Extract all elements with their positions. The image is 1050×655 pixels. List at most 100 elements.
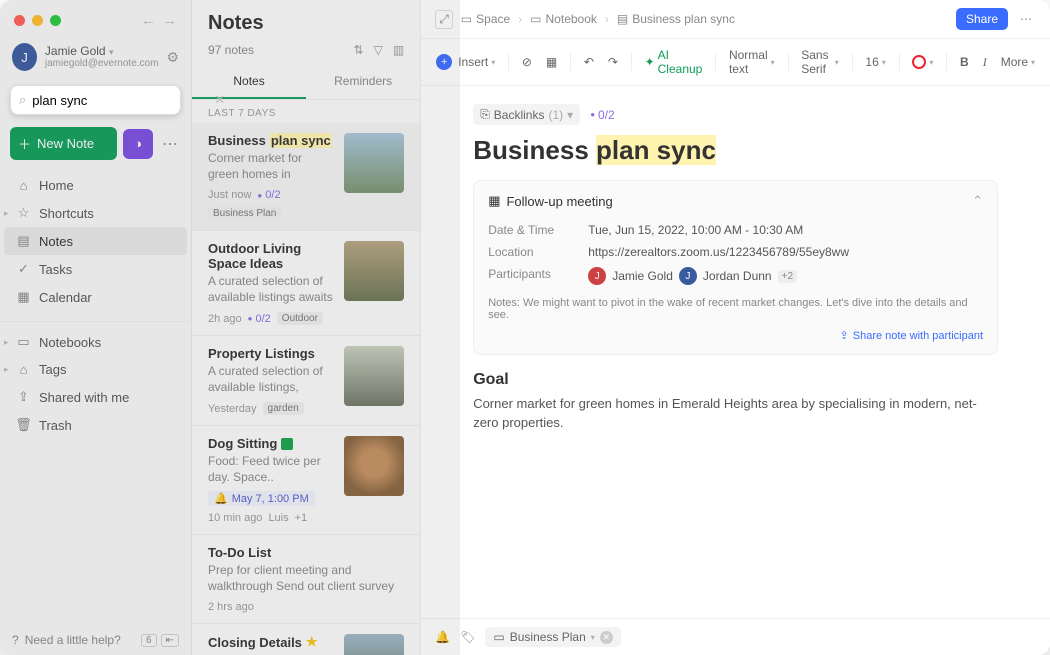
participants-more[interactable]: +2 [778, 270, 797, 283]
participant-name: Jamie Gold [612, 269, 673, 283]
notebook-icon: ▭ [493, 630, 504, 644]
new-event-button[interactable]: ◑ [123, 129, 153, 159]
backlinks-chip[interactable]: ⎘Backlinks(1)▾ [473, 104, 580, 125]
view-icon[interactable]: ▥ [393, 43, 404, 57]
calendar-check-icon: ◑ [134, 136, 142, 151]
nav-label: Notebooks [39, 335, 101, 350]
nav-tags[interactable]: ▸⌂Tags [4, 356, 187, 383]
crumb-space[interactable]: ▭Space [461, 12, 510, 26]
note-tag: Outdoor [277, 312, 323, 325]
insert-button[interactable]: +Insert▾ [431, 51, 500, 73]
reminder-badge: 🔔May 7, 1:00 PM [208, 491, 315, 506]
share-button[interactable]: Share [956, 8, 1008, 30]
italic-button[interactable]: I [978, 52, 992, 73]
settings-icon[interactable]: ⚙ [166, 49, 179, 66]
tab-notes[interactable]: Notes [192, 65, 306, 99]
undo-icon[interactable]: ↶ [579, 52, 599, 72]
note-thumbnail [344, 346, 404, 406]
card-notes: Notes: We might want to pivot in the wak… [488, 297, 983, 321]
tab-reminders[interactable]: Reminders [306, 65, 420, 99]
remove-tag-icon[interactable]: ✕ [600, 631, 613, 644]
help-icon[interactable]: ? [12, 633, 19, 647]
note-author: Luis [268, 512, 288, 524]
note-item[interactable]: To-Do List Prep for client meeting and w… [192, 535, 420, 624]
note-item[interactable]: Business plan sync Corner market for gre… [192, 123, 420, 231]
collapse-sidebar-icon[interactable]: ⇤ [161, 634, 179, 647]
list-title: Notes [208, 12, 404, 35]
account-row[interactable]: J Jamie Gold ▾ jamiegold@evernote.com ⚙ [0, 37, 191, 79]
filter-icon[interactable]: ▽ [374, 43, 383, 57]
paragraph-style-select[interactable]: Normal text▾ [724, 45, 780, 79]
nav-notes[interactable]: ▤Notes [4, 227, 187, 255]
section-heading[interactable]: Goal [473, 371, 998, 389]
note-thumbnail [344, 241, 404, 301]
body-text[interactable]: Corner market for green homes in Emerald… [473, 395, 998, 433]
help-label[interactable]: Need a little help? [25, 633, 121, 647]
note-item[interactable]: Closing Details ★ [192, 624, 420, 655]
note-item[interactable]: Property Listings A curated selection of… [192, 336, 420, 426]
chevron-right-icon[interactable]: ▸ [4, 337, 9, 348]
crumb-notebook[interactable]: ▭Notebook [530, 12, 597, 26]
tag-label: Business Plan [510, 630, 586, 644]
label-location: Location [488, 245, 588, 259]
user-name: Jamie Gold [45, 44, 106, 58]
reminder-icon[interactable]: 🔔 [435, 630, 450, 644]
document-title[interactable]: Business plan sync [473, 135, 998, 166]
sort-icon[interactable]: ⇅ [354, 43, 364, 57]
note-time: 10 min ago [208, 512, 262, 524]
toolbar-more-button[interactable]: More▾ [996, 52, 1040, 72]
avatar: J [12, 43, 37, 71]
chevron-right-icon[interactable]: ▸ [4, 364, 9, 375]
search-input[interactable] [32, 93, 208, 108]
notebook-icon: ▭ [16, 334, 31, 350]
bell-icon: 🔔 [214, 492, 228, 505]
nav-trash[interactable]: 🗑Trash [4, 411, 187, 439]
task-badge: 0/2 [248, 313, 271, 325]
note-more-icon[interactable]: ⋯ [1016, 12, 1036, 26]
text-color-button[interactable]: ▾ [907, 52, 938, 72]
note-item[interactable]: Outdoor Living Space Ideas A curated sel… [192, 231, 420, 336]
font-family-select[interactable]: Sans Serif▾ [796, 45, 844, 79]
new-note-more-icon[interactable]: ⋯ [159, 134, 181, 154]
back-icon[interactable]: ← [141, 12, 156, 29]
redo-icon[interactable]: ↷ [603, 52, 623, 72]
note-icon: ▤ [16, 233, 31, 249]
nav-tasks[interactable]: ✓Tasks [4, 255, 187, 283]
value-location-link[interactable]: https://zerealtors.zoom.us/1223456789/55… [588, 245, 983, 259]
task-icon[interactable]: ⊘ [517, 52, 537, 72]
avatar: J [679, 267, 697, 285]
nav-calendar[interactable]: ▦Calendar [4, 283, 187, 311]
close-window-icon[interactable] [14, 15, 25, 26]
calendar-icon[interactable]: ▦ [541, 52, 562, 72]
ai-cleanup-button[interactable]: ✦AI Cleanup [640, 45, 708, 79]
note-time: Just now [208, 189, 251, 201]
minimize-window-icon[interactable] [32, 15, 43, 26]
share-with-participants-link[interactable]: ⇪Share note with participant [840, 329, 983, 342]
search-box[interactable]: ⌕ ✕ [10, 85, 181, 115]
note-time: 2h ago [208, 313, 242, 325]
nav-notebooks[interactable]: ▸ ▭ Notebooks [4, 328, 187, 356]
add-tag-icon[interactable]: 🏷 [460, 630, 475, 644]
user-email: jamiegold@evernote.com [45, 58, 159, 70]
bold-button[interactable]: B [955, 52, 974, 72]
tag-chip[interactable]: ▭ Business Plan ▾ ✕ [485, 627, 620, 647]
forward-icon[interactable]: → [162, 12, 177, 29]
clear-search-icon[interactable]: ✕ [214, 92, 225, 108]
nav-home[interactable]: ⌂Home [4, 172, 187, 199]
nav-label: Shared with me [39, 390, 129, 405]
maximize-window-icon[interactable] [50, 15, 61, 26]
collapse-icon[interactable]: ⌃ [972, 193, 983, 209]
note-title: Outdoor Living Space Ideas [208, 241, 334, 271]
note-item[interactable]: Dog Sitting Food: Feed twice per day. Sp… [192, 426, 420, 535]
nav-shared[interactable]: ⇪Shared with me [4, 383, 187, 411]
font-size-select[interactable]: 16▾ [860, 52, 890, 72]
nav-shortcuts[interactable]: ▸☆Shortcuts [4, 199, 187, 227]
new-note-button[interactable]: ＋ New Note [10, 127, 117, 160]
nav-label: Calendar [39, 290, 92, 305]
crumb-note[interactable]: ▤Business plan sync [617, 12, 735, 26]
plus-icon: ＋ [18, 134, 31, 153]
expand-icon[interactable]: ⤢ [435, 10, 453, 29]
tasks-chip[interactable]: 0/2 [590, 104, 615, 125]
chevron-right-icon[interactable]: ▸ [4, 208, 9, 219]
nav-label: Tags [39, 362, 66, 377]
